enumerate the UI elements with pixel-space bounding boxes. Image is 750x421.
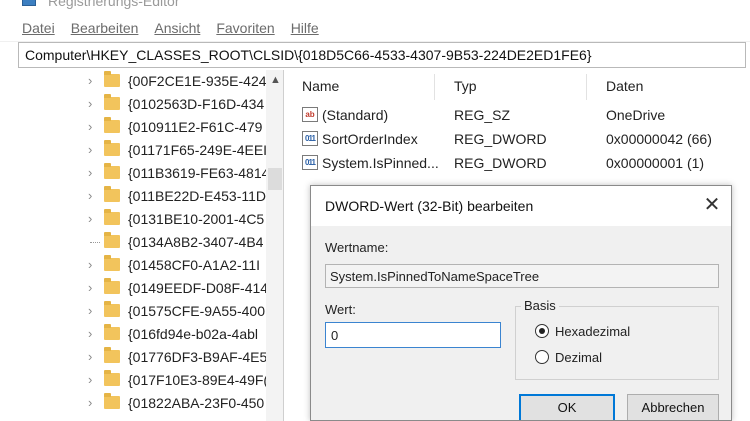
value-data: 0x00000042 (66) bbox=[606, 131, 712, 147]
base-label: Basis bbox=[521, 298, 559, 313]
menu-ansicht[interactable]: Ansicht bbox=[154, 20, 200, 36]
folder-icon bbox=[104, 393, 120, 409]
chevron-right-icon[interactable]: › bbox=[88, 281, 98, 295]
radio-hexadecimal[interactable] bbox=[535, 324, 549, 338]
window-title: Registrierungs-Editor bbox=[48, 0, 180, 9]
folder-icon bbox=[104, 186, 120, 202]
value-row[interactable]: 011 System.IsPinned... REG_DWORD 0x00000… bbox=[286, 152, 750, 174]
chevron-right-icon[interactable]: › bbox=[88, 304, 98, 318]
column-header-data[interactable]: Daten bbox=[606, 78, 643, 94]
value-name-label: Wertname: bbox=[325, 240, 389, 255]
tree-item[interactable]: › {01575CFE-9A55-400 bbox=[18, 300, 283, 322]
folder-icon bbox=[104, 232, 120, 248]
chevron-right-icon[interactable]: › bbox=[88, 373, 98, 387]
tree-item[interactable]: › {0131BE10-2001-4C5 bbox=[18, 208, 283, 230]
tree-scrollbar[interactable]: ▲ bbox=[266, 70, 283, 421]
folder-icon bbox=[104, 301, 120, 317]
binary-value-icon: 011 bbox=[302, 155, 318, 170]
folder-icon bbox=[104, 140, 120, 156]
cancel-button[interactable]: Abbrechen bbox=[627, 394, 719, 420]
folder-icon bbox=[104, 163, 120, 179]
value-type: REG_DWORD bbox=[454, 155, 547, 171]
tree-item[interactable]: › {010911E2-F61C-479 bbox=[18, 116, 283, 138]
folder-icon bbox=[104, 209, 120, 225]
tree-item[interactable]: › {01822ABA-23F0-450 bbox=[18, 392, 283, 414]
value-name: (Standard) bbox=[322, 107, 389, 123]
menu-hilfe[interactable]: Hilfe bbox=[291, 20, 319, 36]
column-header-name[interactable]: Name bbox=[302, 78, 339, 94]
value-type: REG_DWORD bbox=[454, 131, 547, 147]
folder-icon bbox=[104, 347, 120, 363]
chevron-right-icon[interactable]: › bbox=[88, 396, 98, 410]
menu-bar: Datei Bearbeiten Ansicht Favoriten Hilfe bbox=[0, 14, 750, 42]
chevron-right-icon[interactable]: › bbox=[88, 143, 98, 157]
value-data: 0x00000001 (1) bbox=[606, 155, 705, 171]
chevron-right-icon[interactable]: › bbox=[88, 166, 98, 180]
radio-decimal-label[interactable]: Dezimal bbox=[555, 350, 602, 365]
folder-icon bbox=[104, 117, 120, 133]
chevron-right-icon[interactable]: › bbox=[88, 74, 98, 88]
value-row[interactable]: 011 SortOrderIndex REG_DWORD 0x00000042 … bbox=[286, 128, 750, 150]
chevron-right-icon[interactable]: › bbox=[88, 212, 98, 226]
tree-item[interactable]: {0134A8B2-3407-4B4 bbox=[18, 231, 283, 253]
chevron-right-icon[interactable]: › bbox=[88, 327, 98, 341]
tree-item[interactable]: › {016fd94e-b02a-4abl bbox=[18, 323, 283, 345]
chevron-right-icon[interactable]: › bbox=[88, 189, 98, 203]
value-data: OneDrive bbox=[606, 107, 666, 123]
tree-item[interactable]: › {011BE22D-E453-11D bbox=[18, 185, 283, 207]
value-row[interactable]: ab (Standard) REG_SZ OneDrive bbox=[286, 104, 750, 126]
dialog-title: DWORD-Wert (32-Bit) bearbeiten bbox=[325, 198, 534, 214]
string-value-icon: ab bbox=[302, 107, 318, 122]
tree-item[interactable]: › {011B3619-FE63-4814 bbox=[18, 162, 283, 184]
chevron-right-icon[interactable]: › bbox=[88, 258, 98, 272]
column-header-type[interactable]: Typ bbox=[454, 78, 477, 94]
radio-decimal[interactable] bbox=[535, 350, 549, 364]
tree-item[interactable]: › {00F2CE1E-935E-424 bbox=[18, 70, 283, 92]
folder-icon bbox=[104, 370, 120, 386]
title-bar: Registrierungs-Editor bbox=[0, 0, 750, 14]
menu-favoriten[interactable]: Favoriten bbox=[216, 20, 274, 36]
scrollbar-thumb[interactable] bbox=[268, 168, 282, 190]
tree-item[interactable]: › {01776DF3-B9AF-4E5 bbox=[18, 346, 283, 368]
value-type: REG_SZ bbox=[454, 107, 511, 123]
close-icon[interactable]: ✕ bbox=[699, 192, 725, 218]
regedit-app-icon bbox=[22, 0, 36, 6]
radio-hexadecimal-label[interactable]: Hexadezimal bbox=[555, 324, 630, 339]
tree-item[interactable]: › {017F10E3-89E4-49F( bbox=[18, 369, 283, 391]
tree-item[interactable]: › {01458CF0-A1A2-11I bbox=[18, 254, 283, 276]
dialog-body: Wertname: System.IsPinnedToNameSpaceTree… bbox=[311, 226, 731, 420]
column-separator[interactable] bbox=[586, 74, 587, 100]
tree-connector bbox=[90, 242, 100, 243]
folder-icon bbox=[104, 71, 120, 87]
folder-icon bbox=[104, 324, 120, 340]
edit-dword-dialog: DWORD-Wert (32-Bit) bearbeiten ✕ Wertnam… bbox=[310, 185, 732, 421]
value-name: SortOrderIndex bbox=[322, 131, 418, 147]
chevron-right-icon[interactable]: › bbox=[88, 350, 98, 364]
address-bar[interactable]: Computer\HKEY_CLASSES_ROOT\CLSID\{018D5C… bbox=[18, 42, 746, 68]
value-name: System.IsPinned... bbox=[322, 155, 439, 171]
tree-item[interactable]: › {0149EEDF-D08F-414 bbox=[18, 277, 283, 299]
tree-item[interactable]: › {0102563D-F16D-434 bbox=[18, 93, 283, 115]
menu-bearbeiten[interactable]: Bearbeiten bbox=[71, 20, 139, 36]
folder-icon bbox=[104, 94, 120, 110]
ok-button[interactable]: OK bbox=[519, 394, 615, 420]
column-separator[interactable] bbox=[434, 74, 435, 100]
chevron-right-icon[interactable]: › bbox=[88, 97, 98, 111]
menu-datei[interactable]: Datei bbox=[22, 20, 55, 36]
folder-icon bbox=[104, 278, 120, 294]
binary-value-icon: 011 bbox=[302, 131, 318, 146]
value-name-field[interactable]: System.IsPinnedToNameSpaceTree bbox=[325, 264, 719, 288]
folder-icon bbox=[104, 255, 120, 271]
value-data-label: Wert: bbox=[325, 302, 356, 317]
key-tree: › {00F2CE1E-935E-424 › {0102563D-F16D-43… bbox=[18, 70, 284, 421]
chevron-up-icon[interactable]: ▲ bbox=[270, 74, 281, 86]
tree-item[interactable]: › {01171F65-249E-4EEI bbox=[18, 139, 283, 161]
value-data-input[interactable]: 0 bbox=[325, 322, 501, 348]
base-groupbox bbox=[515, 306, 719, 380]
chevron-right-icon[interactable]: › bbox=[88, 120, 98, 134]
